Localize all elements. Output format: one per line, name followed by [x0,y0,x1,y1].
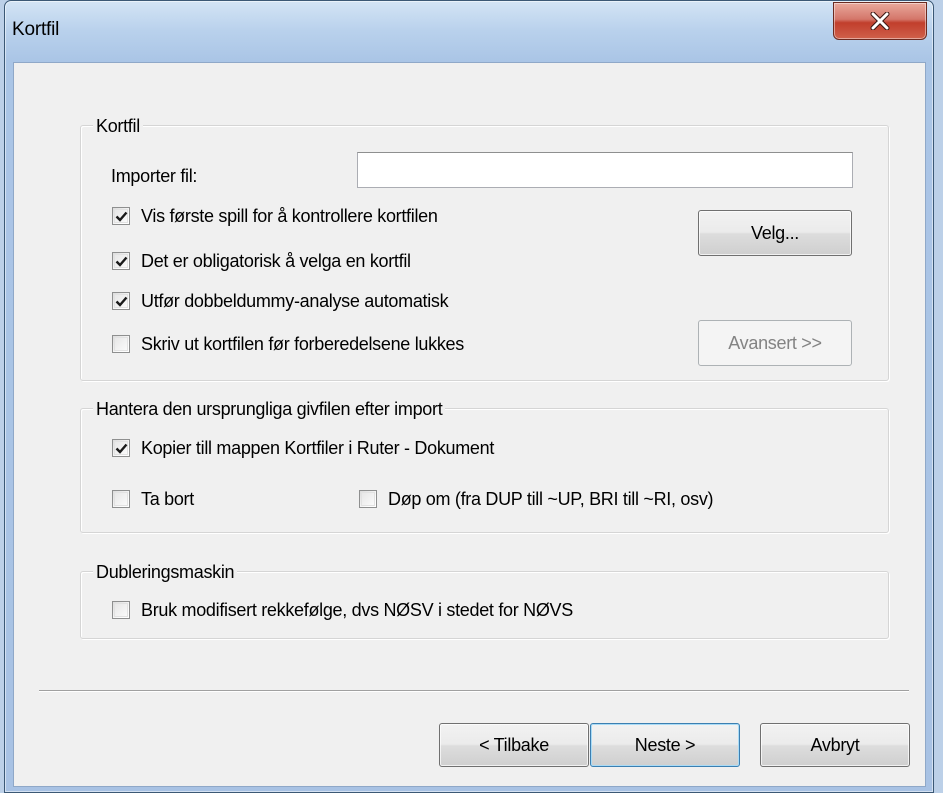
kortfil-group-legend: Kortfil [93,116,143,136]
close-x-icon [870,12,890,30]
import-file-input[interactable] [357,152,853,188]
footer-separator [39,690,909,692]
checkmark-icon [115,256,128,267]
mandatory-file-label: Det er obligatorisk å velga en kortfil [141,251,411,271]
cancel-button[interactable]: Avbryt [760,723,910,767]
print-file-checkbox[interactable] [112,335,130,353]
back-button[interactable]: < Tilbake [439,723,589,767]
dialog-client-area: Kortfil Importer fil: Vis første spill f… [13,62,926,787]
copy-to-folder-checkbox[interactable] [112,439,130,457]
checkmark-icon [115,443,128,454]
dialog-window: Kortfil Kortfil Importer fil: Vis første… [4,0,934,793]
check-row-modified-order[interactable]: Bruk modifisert rekkefølge, dvs NØSV i s… [112,600,573,620]
remove-label: Ta bort [141,489,194,509]
window-title: Kortfil [12,19,60,40]
check-row-rename[interactable]: Døp om (fra DUP till ~UP, BRI till ~RI, … [359,489,714,509]
copy-to-folder-label: Kopier till mappen Kortfiler i Ruter - D… [141,438,495,458]
rename-checkbox[interactable] [359,490,377,508]
original-file-group-legend: Hantera den ursprungliga givfilen efter … [93,399,446,419]
modified-order-label: Bruk modifisert rekkefølge, dvs NØSV i s… [141,600,573,620]
double-dummy-checkbox[interactable] [112,292,130,310]
rename-label: Døp om (fra DUP till ~UP, BRI till ~RI, … [388,489,714,509]
close-button[interactable] [833,2,927,40]
advanced-button[interactable]: Avansert >> [698,320,852,366]
original-file-group: Hantera den ursprungliga givfilen efter … [80,399,889,533]
print-file-label: Skriv ut kortfilen før forberedelsene lu… [141,334,464,354]
show-first-game-label: Vis første spill for å kontrollere kortf… [141,206,438,226]
choose-button[interactable]: Velg... [698,210,852,256]
mandatory-file-checkbox[interactable] [112,252,130,270]
check-row-mandatory-file[interactable]: Det er obligatorisk å velga en kortfil [112,251,411,271]
check-row-double-dummy[interactable]: Utfør dobbeldummy-analyse automatisk [112,291,449,311]
import-file-label: Importer fil: [111,166,198,186]
check-row-print-file[interactable]: Skriv ut kortfilen før forberedelsene lu… [112,334,464,354]
modified-order-checkbox[interactable] [112,601,130,619]
check-row-show-first-game[interactable]: Vis første spill for å kontrollere kortf… [112,206,438,226]
checkmark-icon [115,296,128,307]
remove-checkbox[interactable] [112,490,130,508]
check-row-remove[interactable]: Ta bort [112,489,194,509]
next-button[interactable]: Neste > [590,723,740,767]
double-dummy-label: Utfør dobbeldummy-analyse automatisk [141,291,449,311]
checkmark-icon [115,211,128,222]
duplication-group-legend: Dubleringsmaskin [93,562,238,582]
show-first-game-checkbox[interactable] [112,207,130,225]
title-bar[interactable]: Kortfil [5,1,933,61]
check-row-copy-to-folder[interactable]: Kopier till mappen Kortfiler i Ruter - D… [112,438,494,458]
